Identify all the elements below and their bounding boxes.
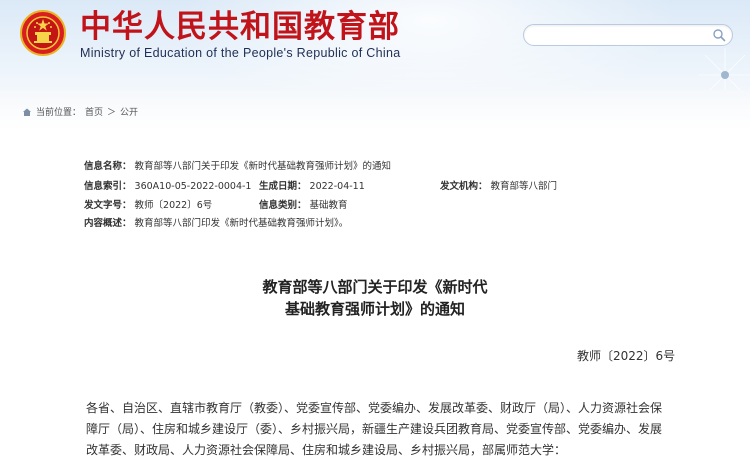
meta-date-value: 2022-04-11 [309, 181, 365, 192]
document-body: 各省、自治区、直辖市教育厅（教委）、党委宣传部、党委编办、发展改革委、财政厅（局… [86, 401, 663, 457]
meta-category-label: 信息类别： [259, 200, 307, 211]
site-title[interactable]: 中华人民共和国教育部 [80, 10, 400, 44]
meta-summary-value: 教育部等八部门印发《新时代基础教育强师计划》。 [134, 218, 349, 229]
site-header: 中华人民共和国教育部 Ministry of Education of the … [0, 0, 750, 90]
document-title: 教育部等八部门关于印发《新时代 基础教育强师计划》的通知 [0, 276, 750, 320]
breadcrumb-prefix: 当前位置： [36, 108, 82, 118]
breadcrumb-separator: ＞ [107, 108, 117, 118]
meta-date-label: 生成日期： [259, 181, 307, 192]
dandelion-decoration-icon [698, 48, 750, 90]
breadcrumb-home-link[interactable]: 首页 [85, 105, 103, 118]
meta-category-value: 基础教育 [309, 200, 348, 211]
meta-index-value: 360A10-05-2022-0004-1 [134, 181, 252, 192]
document-number: 教师〔2022〕6号 [577, 349, 676, 363]
meta-docno-value: 教师〔2022〕6号 [134, 200, 213, 211]
meta-issuer-value: 教育部等八部门 [490, 181, 558, 192]
meta-name-label: 信息名称： [84, 161, 132, 172]
document-title-line2: 基础教育强师计划》的通知 [284, 300, 465, 318]
home-icon [23, 108, 31, 116]
breadcrumb: 当前位置： 首页 ＞ 公开 [22, 105, 138, 118]
meta-issuer-label: 发文机构： [440, 181, 488, 192]
site-subtitle: Ministry of Education of the People's Re… [80, 46, 401, 60]
meta-index-label: 信息索引： [84, 181, 132, 192]
document-title-line1: 教育部等八部门关于印发《新时代 [262, 278, 488, 296]
meta-docno-label: 发文字号： [84, 200, 132, 211]
meta-summary-label: 内容概述： [84, 218, 132, 229]
breadcrumb-section-link[interactable]: 公开 [120, 105, 138, 118]
meta-name-value: 教育部等八部门关于印发《新时代基础教育强师计划》的通知 [134, 161, 392, 172]
national-emblem-icon[interactable] [20, 10, 66, 56]
